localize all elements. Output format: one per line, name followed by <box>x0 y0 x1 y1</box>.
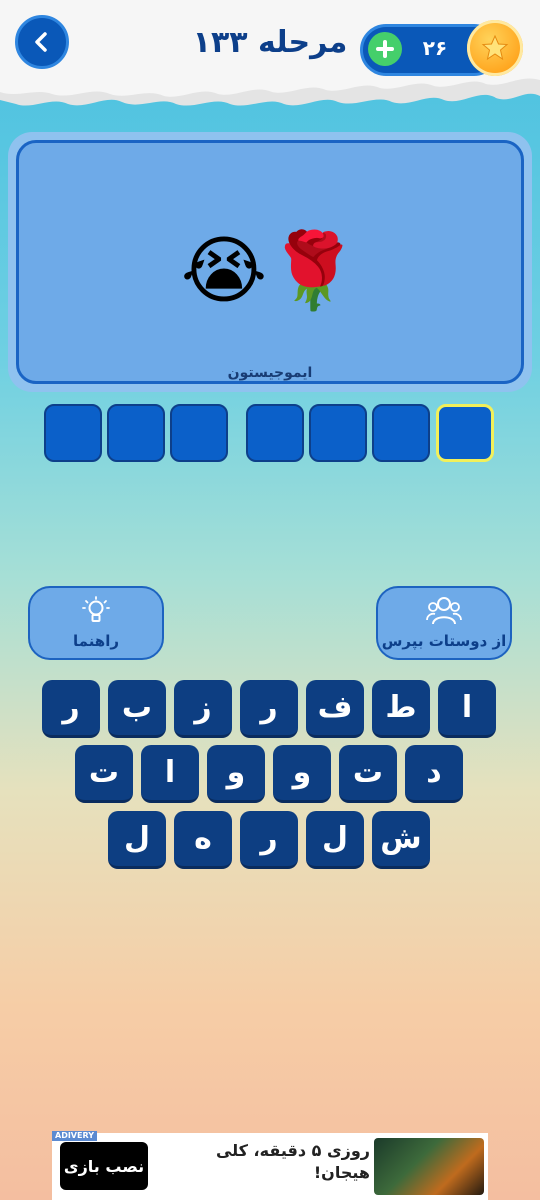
letter-key[interactable]: ت <box>339 745 397 803</box>
ad-text: روزی ۵ دقیقه، کلی هیجان! <box>215 1141 370 1182</box>
letter-key[interactable]: ش <box>372 811 430 869</box>
ask-friends-button[interactable]: از دوستات بپرس <box>376 586 512 660</box>
letter-key[interactable]: ط <box>372 680 430 738</box>
letter-key[interactable]: ا <box>438 680 496 738</box>
letter-key[interactable]: ز <box>174 680 232 738</box>
letter-key[interactable]: ل <box>108 811 166 869</box>
star-coin-icon <box>467 20 523 76</box>
add-coins-button[interactable] <box>368 32 402 66</box>
letter-key[interactable]: ر <box>240 811 298 869</box>
letter-key[interactable]: ت <box>75 745 133 803</box>
hint-button[interactable]: راهنما <box>28 586 164 660</box>
coin-count: ۲۶ <box>422 36 448 60</box>
letter-key[interactable]: ه <box>174 811 232 869</box>
install-game-button[interactable]: نصب بازی <box>60 1142 148 1190</box>
letter-key[interactable]: و <box>207 745 265 803</box>
answer-slot[interactable] <box>107 404 165 462</box>
letter-key[interactable]: ل <box>306 811 364 869</box>
answer-slot[interactable] <box>309 404 367 462</box>
puzzle-card-inner: 😭🌹 ایموجیستون <box>16 140 524 384</box>
answer-slot[interactable] <box>44 404 102 462</box>
ad-tag: ADIVERY <box>52 1131 97 1141</box>
letter-key[interactable]: و <box>273 745 331 803</box>
ask-friends-label: از دوستات بپرس <box>381 632 507 650</box>
lightbulb-icon <box>82 596 110 622</box>
letter-key[interactable]: ر <box>42 680 100 738</box>
ad-game-image[interactable] <box>374 1138 484 1195</box>
letter-key[interactable]: ر <box>240 680 298 738</box>
answer-slot-active[interactable] <box>436 404 494 462</box>
chevron-left-icon <box>35 32 47 52</box>
letter-key[interactable]: ب <box>108 680 166 738</box>
letter-key[interactable]: ف <box>306 680 364 738</box>
friends-icon <box>426 597 462 625</box>
puzzle-card: 😭🌹 ایموجیستون <box>8 132 532 392</box>
letter-key[interactable]: ا <box>141 745 199 803</box>
back-button[interactable] <box>15 15 69 69</box>
answer-slot[interactable] <box>246 404 304 462</box>
plus-icon <box>376 40 394 58</box>
letter-key[interactable]: د <box>405 745 463 803</box>
level-title: مرحله ۱۳۳ <box>192 25 348 60</box>
puzzle-caption: ایموجیستون <box>227 365 313 381</box>
hint-label: راهنما <box>73 632 119 650</box>
answer-slot[interactable] <box>372 404 430 462</box>
answer-slot[interactable] <box>170 404 228 462</box>
puzzle-emojis: 😭🌹 <box>180 228 360 314</box>
